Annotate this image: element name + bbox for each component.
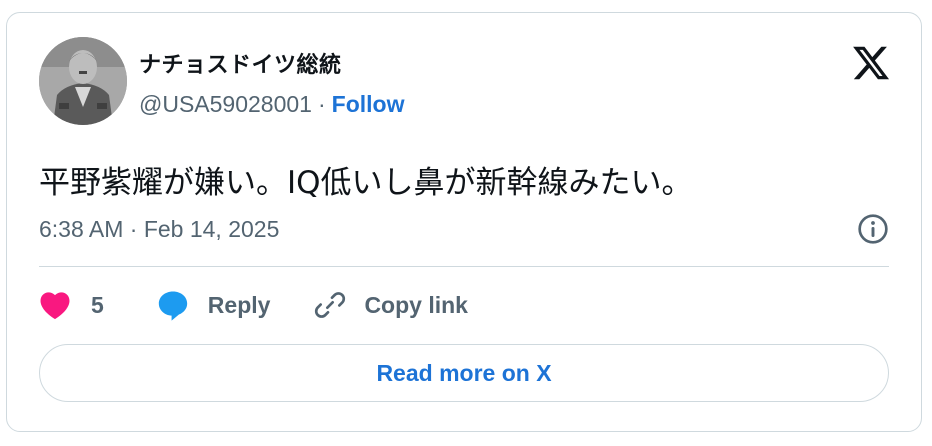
like-count: 5 <box>91 291 104 318</box>
divider <box>39 266 889 267</box>
copy-link-label: Copy link <box>364 291 468 318</box>
reply-bubble-icon <box>158 291 187 321</box>
info-icon[interactable] <box>857 213 889 245</box>
reply-button[interactable]: Reply <box>156 288 271 322</box>
tweet-embed-card: ナチョスドイツ総統 @USA59028001 · Follow 平野紫耀が嫌い。IQ… <box>6 12 922 432</box>
read-more-button[interactable]: Read more on X <box>39 344 889 402</box>
link-icon <box>315 292 346 318</box>
tweet-text: 平野紫耀が嫌い。IQ低いし鼻が新幹線みたい。 <box>39 165 693 201</box>
action-bar: 5 Reply Copy link <box>39 285 468 325</box>
copy-link-button[interactable]: Copy link <box>314 289 468 321</box>
x-logo-icon[interactable] <box>851 43 891 83</box>
separator-dot: · <box>317 91 326 117</box>
avatar-image <box>39 37 127 125</box>
author-display-name[interactable]: ナチョスドイツ総統 <box>139 47 342 79</box>
follow-button[interactable]: Follow <box>332 91 405 117</box>
tweet-timestamp[interactable]: 6:38 AM · Feb 14, 2025 <box>39 216 279 243</box>
author-handle-row: @USA59028001 · Follow <box>139 91 404 118</box>
reply-label: Reply <box>207 291 271 318</box>
author-handle[interactable]: @USA59028001 <box>139 91 312 117</box>
avatar[interactable] <box>39 37 127 125</box>
heart-icon <box>40 292 70 320</box>
like-button[interactable]: 5 <box>39 290 104 320</box>
